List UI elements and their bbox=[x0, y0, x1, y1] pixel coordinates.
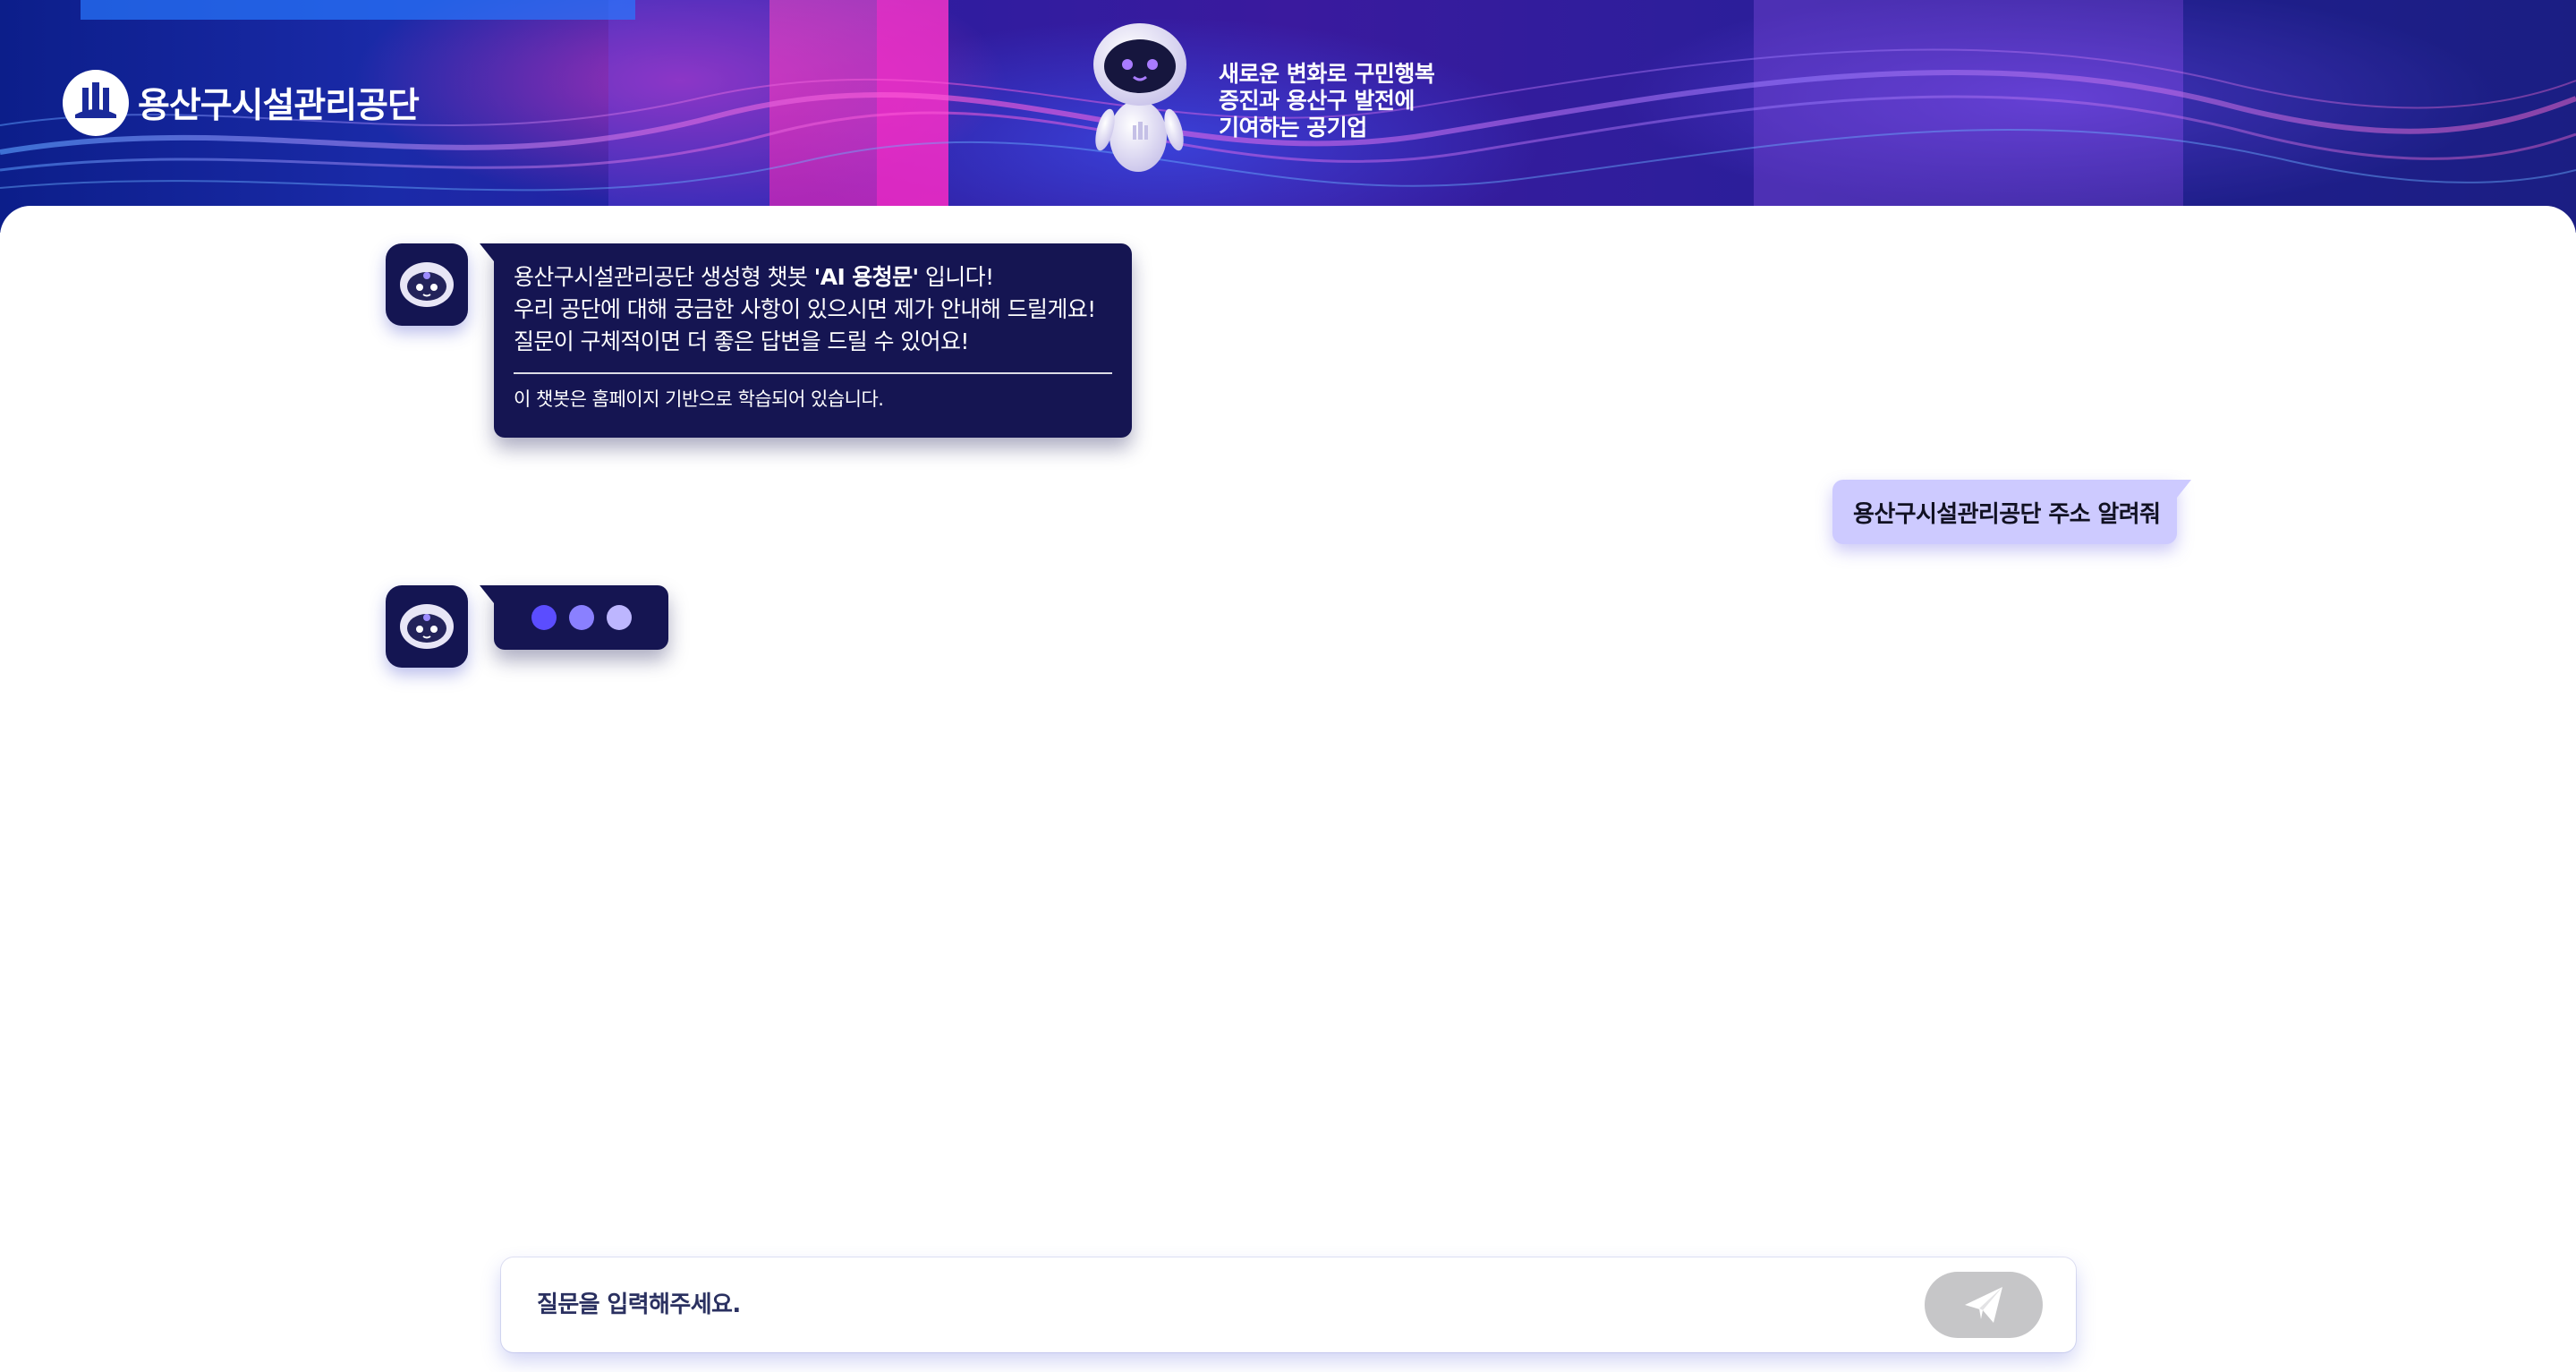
bot-avatar bbox=[386, 585, 468, 668]
bot-welcome-message: 용산구시설관리공단 생성형 챗봇 'AI 용청문' 입니다! 우리 공단에 대해… bbox=[480, 243, 1132, 438]
slogan-line: 기여하는 공기업 bbox=[1219, 115, 1367, 141]
header-banner: 용산구시설관리공단 새로운 변화로 구민행복 증진과 용산구 발전에 기여하는 … bbox=[0, 0, 2576, 233]
gongdan-logo-icon bbox=[63, 70, 129, 136]
welcome-line-3: 질문이 구체적이면 더 좋은 답변을 드릴 수 있어요! bbox=[514, 328, 969, 354]
org-logo[interactable]: 용산구시설관리공단 bbox=[63, 70, 420, 136]
typing-dot bbox=[569, 605, 594, 630]
slogan-line: 새로운 변화로 구민행복 bbox=[1219, 61, 1435, 87]
chat-panel bbox=[0, 206, 2576, 1372]
bot-name: 'AI 용청문' bbox=[813, 264, 919, 290]
send-button[interactable] bbox=[1925, 1272, 2043, 1338]
bot-avatar bbox=[386, 243, 468, 326]
training-note: 이 챗봇은 홈페이지 기반으로 학습되어 있습니다. bbox=[514, 388, 884, 410]
bot-face-icon bbox=[400, 604, 454, 649]
paper-plane-icon bbox=[1965, 1287, 2002, 1323]
bot-face-icon bbox=[400, 262, 454, 307]
bubble-divider bbox=[514, 372, 1112, 374]
chat-input-bar bbox=[501, 1257, 2076, 1352]
user-message: 용산구시설관리공단 주소 알려줘 bbox=[1832, 480, 2191, 544]
typing-dot bbox=[607, 605, 632, 630]
question-input[interactable] bbox=[537, 1284, 1879, 1325]
typing-indicator bbox=[480, 585, 668, 650]
slogan: 새로운 변화로 구민행복 증진과 용산구 발전에 기여하는 공기업 bbox=[1219, 61, 1435, 141]
slogan-line: 증진과 용산구 발전에 bbox=[1219, 88, 1415, 114]
welcome-line-1: 용산구시설관리공단 생성형 챗봇 'AI 용청문' 입니다! bbox=[514, 264, 994, 290]
welcome-line-2: 우리 공단에 대해 궁금한 사항이 있으시면 제가 안내해 드릴게요! bbox=[514, 296, 1096, 322]
typing-dot bbox=[531, 605, 557, 630]
robot-mascot-icon bbox=[1083, 18, 1199, 179]
chatbot-page: 용산구시설관리공단 새로운 변화로 구민행복 증진과 용산구 발전에 기여하는 … bbox=[0, 0, 2576, 1372]
org-name: 용산구시설관리공단 bbox=[138, 86, 420, 126]
